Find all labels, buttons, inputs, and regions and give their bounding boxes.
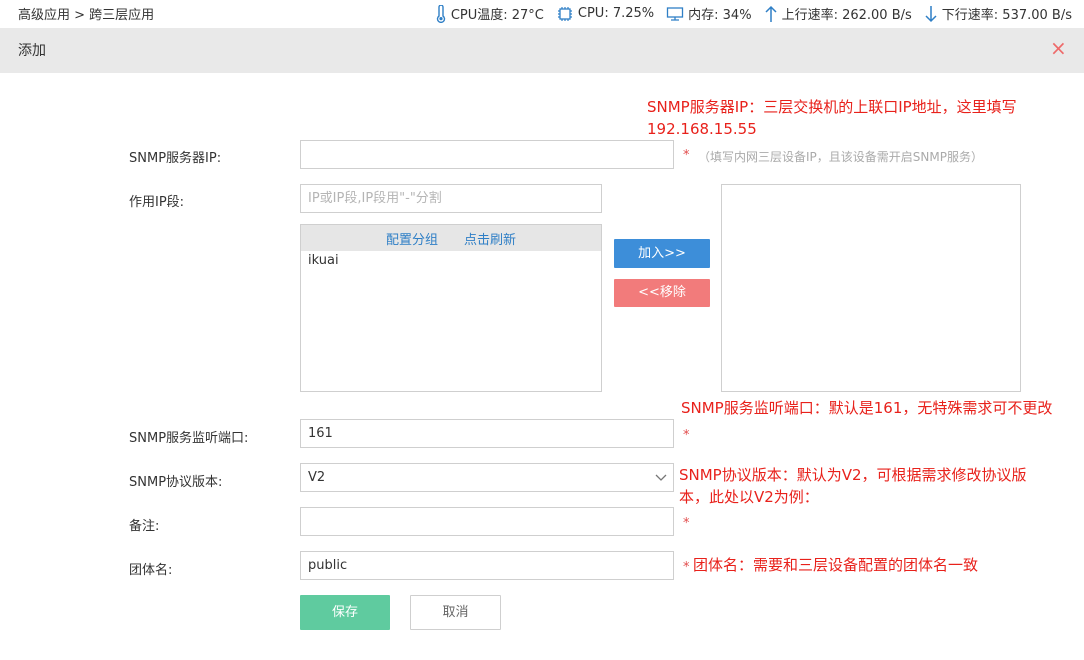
download-stat: 下行速率: 537.00 B/s bbox=[924, 4, 1072, 23]
ip-range-input[interactable] bbox=[300, 184, 602, 213]
close-icon[interactable]: × bbox=[1050, 38, 1067, 58]
thermometer-icon bbox=[435, 4, 447, 23]
version-value: V2 bbox=[308, 470, 326, 485]
snmp-ip-label: SNMP服务器IP: bbox=[129, 151, 222, 166]
annotation-snmp-ip: SNMP服务器IP：三层交换机的上联口IP地址，这里填写 192.168.15.… bbox=[647, 96, 1017, 140]
annotation-snmp-ip-line2: 192.168.15.55 bbox=[647, 120, 757, 138]
port-label: SNMP服务监听端口: bbox=[129, 431, 249, 446]
chevron-down-icon bbox=[655, 464, 667, 501]
group-list-header: 配置分组 点击刷新 bbox=[301, 225, 601, 251]
save-button[interactable]: 保存 bbox=[300, 595, 390, 630]
group-list: ikuai bbox=[301, 251, 601, 270]
annotation-community: 团体名：需要和三层设备配置的团体名一致 bbox=[693, 556, 979, 574]
arrow-down-icon bbox=[924, 5, 938, 23]
annotation-version-line2: 本，此处以V2为例： bbox=[679, 488, 819, 506]
cpu-temp-text: CPU温度: 27°C bbox=[450, 8, 544, 23]
ip-range-label: 作用IP段: bbox=[129, 195, 185, 210]
cpu-temp-stat: CPU温度: 27°C bbox=[435, 4, 544, 23]
chip-icon bbox=[556, 6, 574, 22]
port-input[interactable] bbox=[300, 419, 674, 448]
community-input[interactable] bbox=[300, 551, 674, 580]
cpu-text: CPU: 7.25% bbox=[577, 6, 655, 21]
group-list-item[interactable]: ikuai bbox=[308, 253, 594, 268]
memory-text: 内存: 34% bbox=[688, 8, 752, 23]
cpu-stat: CPU: 7.25% bbox=[556, 6, 654, 22]
group-list-box: 配置分组 点击刷新 ikuai bbox=[300, 224, 602, 392]
upload-text: 上行速率: 262.00 B/s bbox=[781, 8, 912, 23]
annotation-port: SNMP服务监听端口：默认是161，无特殊需求可不更改 bbox=[681, 399, 1053, 417]
community-label: 团体名: bbox=[129, 563, 173, 578]
required-mark: * bbox=[683, 560, 690, 575]
remove-button[interactable]: <<移除 bbox=[614, 279, 710, 307]
add-button[interactable]: 加入>> bbox=[614, 239, 710, 268]
arrow-up-icon bbox=[764, 5, 778, 23]
snmp-ip-input[interactable] bbox=[300, 140, 674, 169]
dialog-title: 添加 bbox=[18, 43, 46, 59]
selected-list-box[interactable] bbox=[721, 184, 1021, 392]
remark-label: 备注: bbox=[129, 519, 160, 534]
system-stats: CPU温度: 27°C CPU: 7.25% 内存: 34% 上行速率: 262… bbox=[435, 4, 1072, 23]
cancel-button[interactable]: 取消 bbox=[410, 595, 501, 630]
download-text: 下行速率: 537.00 B/s bbox=[941, 8, 1072, 23]
snmp-ip-hint: （填写内网三层设备IP，且该设备需开启SNMP服务） bbox=[698, 150, 983, 164]
remark-input[interactable] bbox=[300, 507, 674, 536]
annotation-version: SNMP协议版本：默认为V2，可根据需求修改协议版 本，此处以V2为例： bbox=[679, 464, 1027, 508]
monitor-icon bbox=[666, 6, 684, 22]
required-mark: * bbox=[683, 516, 690, 531]
config-group-link[interactable]: 配置分组 bbox=[386, 229, 438, 248]
version-label: SNMP协议版本: bbox=[129, 475, 223, 490]
refresh-link[interactable]: 点击刷新 bbox=[464, 229, 516, 248]
required-mark: * bbox=[683, 428, 690, 443]
annotation-version-line1: SNMP协议版本：默认为V2，可根据需求修改协议版 bbox=[679, 466, 1027, 484]
dialog-header bbox=[0, 28, 1084, 73]
required-mark: * bbox=[683, 148, 690, 163]
version-select[interactable]: V2 bbox=[300, 463, 674, 492]
breadcrumb: 高级应用 > 跨三层应用 bbox=[18, 8, 155, 23]
upload-stat: 上行速率: 262.00 B/s bbox=[764, 4, 912, 23]
memory-stat: 内存: 34% bbox=[666, 4, 752, 23]
annotation-snmp-ip-line1: SNMP服务器IP：三层交换机的上联口IP地址，这里填写 bbox=[647, 98, 1017, 116]
